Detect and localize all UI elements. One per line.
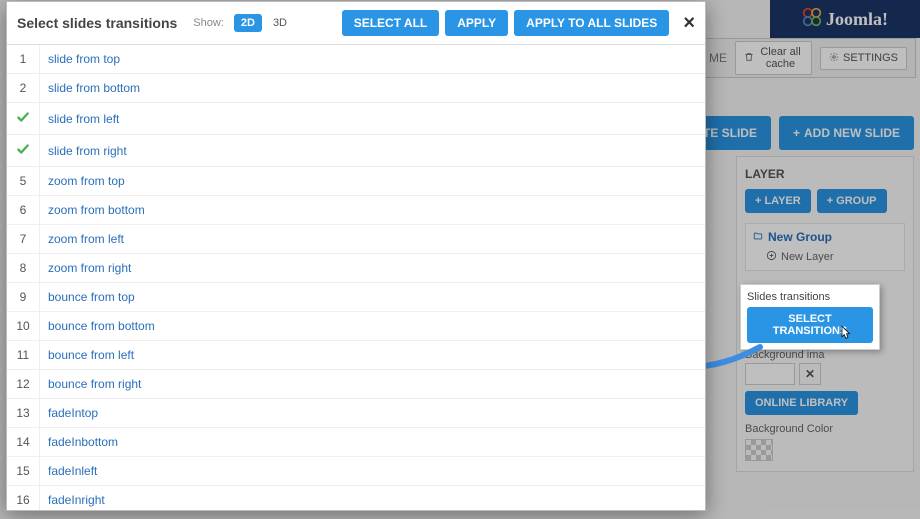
transition-name: slide from top	[40, 45, 706, 74]
transition-row[interactable]: 5zoom from top	[7, 167, 705, 196]
transition-name: fadeInright	[40, 486, 706, 511]
transition-index: 12	[7, 370, 40, 399]
transition-row[interactable]: 9bounce from top	[7, 283, 705, 312]
transition-index: 13	[7, 399, 40, 428]
transition-name: fadeInleft	[40, 457, 706, 486]
transition-row[interactable]: 2slide from bottom	[7, 74, 705, 103]
dimension-segmented: 2D 3D	[234, 14, 294, 32]
transition-index: 10	[7, 312, 40, 341]
transition-index: 15	[7, 457, 40, 486]
popover-title: Slides transitions	[747, 291, 873, 303]
transition-row[interactable]: 8zoom from right	[7, 254, 705, 283]
transition-name: slide from right	[40, 135, 706, 167]
transition-index: 9	[7, 283, 40, 312]
transition-row[interactable]: 7zoom from left	[7, 225, 705, 254]
transition-index	[7, 135, 40, 167]
seg-2d[interactable]: 2D	[234, 14, 262, 32]
transition-row[interactable]: 14fadeInbottom	[7, 428, 705, 457]
transition-row[interactable]: slide from right	[7, 135, 705, 167]
transition-row[interactable]: 16fadeInright	[7, 486, 705, 511]
transitions-list[interactable]: 1slide from top2slide from bottomslide f…	[7, 45, 705, 510]
transition-name: slide from bottom	[40, 74, 706, 103]
transition-name: bounce from right	[40, 370, 706, 399]
seg-3d[interactable]: 3D	[266, 14, 294, 32]
modal-close-button[interactable]: ×	[683, 13, 695, 33]
transition-name: fadeIntop	[40, 399, 706, 428]
transition-index	[7, 103, 40, 135]
check-icon	[15, 113, 31, 127]
transitions-popover: Slides transitions SELECT TRANSITIONS	[740, 284, 880, 350]
transition-name: bounce from top	[40, 283, 706, 312]
transition-name: fadeInbottom	[40, 428, 706, 457]
transition-name: zoom from top	[40, 167, 706, 196]
transition-row[interactable]: 13fadeIntop	[7, 399, 705, 428]
transition-index: 14	[7, 428, 40, 457]
transition-index: 16	[7, 486, 40, 511]
show-label: Show:	[193, 17, 224, 29]
apply-all-button[interactable]: APPLY TO ALL SLIDES	[514, 10, 669, 36]
transition-name: zoom from bottom	[40, 196, 706, 225]
transition-name: slide from left	[40, 103, 706, 135]
modal-title: Select slides transitions	[17, 15, 177, 31]
check-icon	[15, 145, 31, 159]
apply-button[interactable]: APPLY	[445, 10, 508, 36]
transition-index: 8	[7, 254, 40, 283]
transition-row[interactable]: 10bounce from bottom	[7, 312, 705, 341]
transition-name: zoom from right	[40, 254, 706, 283]
transitions-modal: Select slides transitions Show: 2D 3D SE…	[6, 1, 706, 511]
transition-row[interactable]: 1slide from top	[7, 45, 705, 74]
modal-header: Select slides transitions Show: 2D 3D SE…	[7, 2, 705, 45]
transition-index: 7	[7, 225, 40, 254]
transition-index: 1	[7, 45, 40, 74]
select-transitions-label: SELECT TRANSITIONS	[757, 313, 863, 337]
transition-row[interactable]: slide from left	[7, 103, 705, 135]
select-transitions-button[interactable]: SELECT TRANSITIONS	[747, 307, 873, 343]
transition-row[interactable]: 6zoom from bottom	[7, 196, 705, 225]
transition-row[interactable]: 15fadeInleft	[7, 457, 705, 486]
transition-index: 11	[7, 341, 40, 370]
transition-name: bounce from bottom	[40, 312, 706, 341]
transition-name: bounce from left	[40, 341, 706, 370]
transition-index: 5	[7, 167, 40, 196]
transition-index: 6	[7, 196, 40, 225]
select-all-button[interactable]: SELECT ALL	[342, 10, 440, 36]
transition-row[interactable]: 11bounce from left	[7, 341, 705, 370]
transition-row[interactable]: 12bounce from right	[7, 370, 705, 399]
transition-index: 2	[7, 74, 40, 103]
transition-name: zoom from left	[40, 225, 706, 254]
